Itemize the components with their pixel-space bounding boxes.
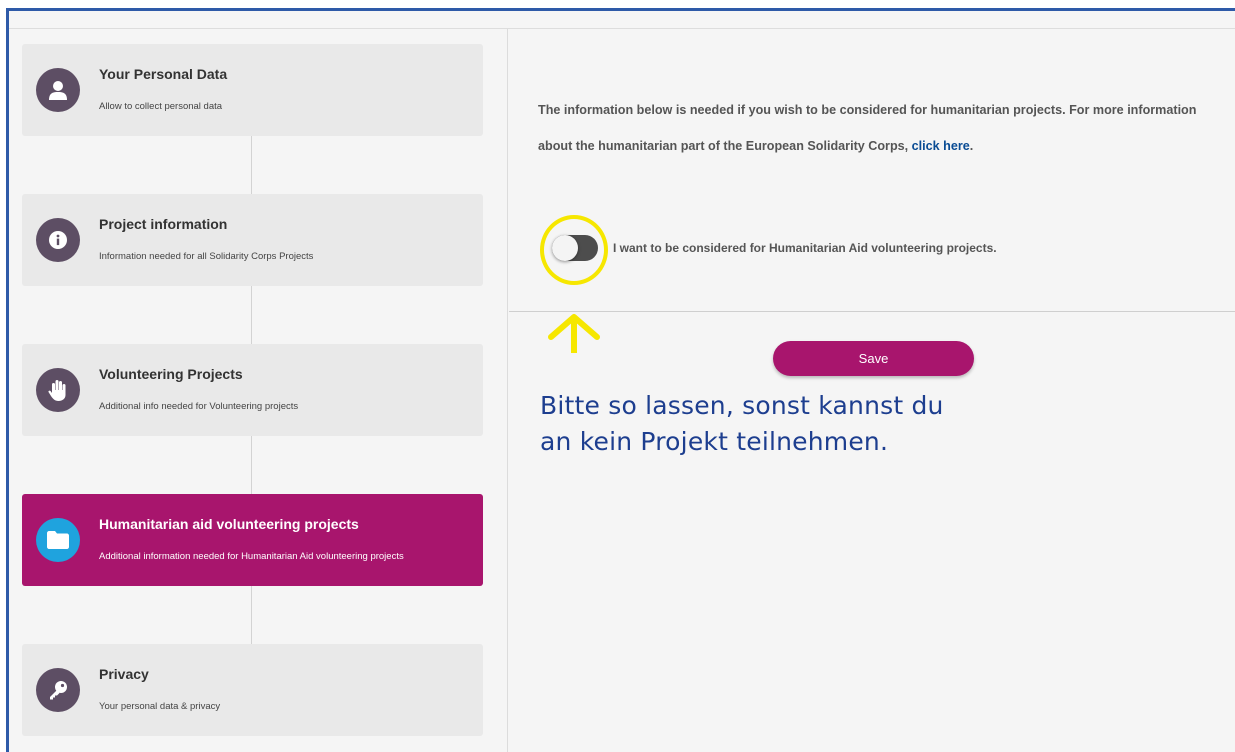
- step-connector: [251, 436, 252, 494]
- step-subtitle: Information needed for all Solidarity Co…: [99, 251, 314, 262]
- humanitarian-aid-toggle[interactable]: [552, 235, 598, 261]
- step-title: Humanitarian aid volunteering projects: [99, 516, 359, 532]
- step-connector: [251, 586, 252, 644]
- top-bar: [9, 11, 1235, 29]
- annotation-note: Bitte so lassen, sonst kannst du an kein…: [540, 388, 960, 460]
- step-subtitle: Additional information needed for Humani…: [99, 551, 404, 562]
- annotation-line-1: Bitte so lassen, sonst kannst du: [540, 391, 944, 420]
- step-subtitle: Additional info needed for Volunteering …: [99, 401, 299, 412]
- info-icon: [36, 218, 80, 262]
- click-here-link[interactable]: click here: [912, 139, 970, 153]
- step-subtitle: Your personal data & privacy: [99, 701, 221, 712]
- step-title: Volunteering Projects: [99, 366, 243, 382]
- step-privacy[interactable]: Privacy Your personal data & privacy: [22, 644, 483, 736]
- step-personal-data[interactable]: Your Personal Data Allow to collect pers…: [22, 44, 483, 136]
- info-text: The information below is needed if you w…: [538, 103, 1197, 153]
- step-humanitarian-aid[interactable]: Humanitarian aid volunteering projects A…: [22, 494, 483, 586]
- save-button[interactable]: Save: [773, 341, 974, 376]
- info-end: .: [969, 139, 974, 153]
- step-project-information[interactable]: Project information Information needed f…: [22, 194, 483, 286]
- key-icon: [36, 668, 80, 712]
- folder-icon: [36, 518, 80, 562]
- step-connector: [251, 286, 252, 344]
- step-title: Your Personal Data: [99, 66, 228, 82]
- step-title: Privacy: [99, 666, 149, 682]
- hand-icon: [36, 368, 80, 412]
- section-divider: [509, 311, 1235, 312]
- annotation-line-2: an kein Projekt teilnehmen.: [540, 427, 889, 456]
- step-volunteering-projects[interactable]: Volunteering Projects Additional info ne…: [22, 344, 483, 436]
- step-connector: [251, 136, 252, 194]
- toggle-label: I want to be considered for Humanitarian…: [613, 241, 997, 255]
- step-subtitle: Allow to collect personal data: [99, 101, 223, 112]
- user-icon: [36, 68, 80, 112]
- toggle-knob: [552, 235, 578, 261]
- arrow-up-icon: [548, 314, 600, 353]
- step-title: Project information: [99, 216, 228, 232]
- info-paragraph: The information below is needed if you w…: [538, 92, 1208, 164]
